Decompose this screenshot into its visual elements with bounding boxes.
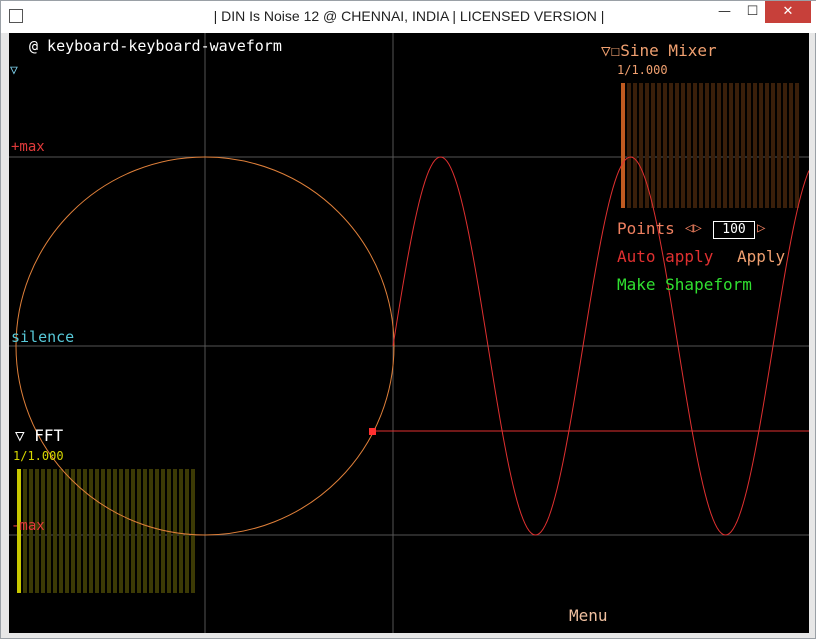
- harmonic-bar[interactable]: [735, 83, 739, 208]
- label-silence: silence: [11, 328, 75, 346]
- label-max-minus: -max: [11, 518, 45, 534]
- harmonic-bar[interactable]: [759, 83, 763, 208]
- harmonic-bar[interactable]: [53, 469, 57, 593]
- harmonic-bar[interactable]: [173, 469, 177, 593]
- sine-mixer-ratio: 1/1.000: [617, 63, 668, 77]
- harmonic-bar[interactable]: [681, 83, 685, 208]
- points-field[interactable]: 100: [713, 221, 755, 239]
- harmonic-bar[interactable]: [95, 469, 99, 593]
- harmonic-bar[interactable]: [185, 469, 189, 593]
- harmonic-bar[interactable]: [651, 83, 655, 208]
- harmonic-bar[interactable]: [663, 83, 667, 208]
- harmonic-bar[interactable]: [633, 83, 637, 208]
- harmonic-bar[interactable]: [777, 83, 781, 208]
- auto-apply-toggle[interactable]: Auto apply: [617, 247, 713, 266]
- top-label: @ keyboard-keyboard-waveform: [29, 37, 282, 55]
- harmonic-bar[interactable]: [89, 469, 93, 593]
- points-label: Points: [617, 219, 675, 238]
- harmonic-bar[interactable]: [143, 469, 147, 593]
- waveform-svg[interactable]: [9, 33, 809, 633]
- harmonic-bar[interactable]: [47, 469, 51, 593]
- harmonic-bar[interactable]: [699, 83, 703, 208]
- harmonic-bar[interactable]: [155, 469, 159, 593]
- harmonic-bar[interactable]: [65, 469, 69, 593]
- harmonic-bar[interactable]: [131, 469, 135, 593]
- title-bar[interactable]: | DIN Is Noise 12 @ CHENNAI, INDIA | LIC…: [1, 1, 816, 33]
- harmonic-bar[interactable]: [101, 469, 105, 593]
- harmonic-bar[interactable]: [771, 83, 775, 208]
- harmonic-bar[interactable]: [795, 83, 799, 208]
- harmonic-bar[interactable]: [107, 469, 111, 593]
- triangle-down-icon[interactable]: ▽: [10, 63, 18, 78]
- harmonic-bar[interactable]: [125, 469, 129, 593]
- harmonic-bar[interactable]: [191, 469, 195, 593]
- harmonic-bar[interactable]: [723, 83, 727, 208]
- harmonic-bar[interactable]: [59, 469, 63, 593]
- harmonic-bar[interactable]: [71, 469, 75, 593]
- points-increase-icon[interactable]: ▷: [757, 220, 765, 236]
- harmonic-bar[interactable]: [693, 83, 697, 208]
- apply-button[interactable]: Apply: [737, 247, 785, 266]
- harmonic-bar[interactable]: [705, 83, 709, 208]
- harmonic-bar[interactable]: [657, 83, 661, 208]
- harmonic-bar[interactable]: [627, 83, 631, 208]
- harmonic-bar[interactable]: [149, 469, 153, 593]
- harmonic-bar[interactable]: [179, 469, 183, 593]
- harmonic-bar[interactable]: [747, 83, 751, 208]
- make-shapeform-button[interactable]: Make Shapeform: [617, 275, 752, 294]
- harmonic-bar[interactable]: [741, 83, 745, 208]
- sine-mixer-harmonics[interactable]: [621, 83, 799, 208]
- harmonic-bar[interactable]: [729, 83, 733, 208]
- harmonic-bar[interactable]: [789, 83, 793, 208]
- position-marker[interactable]: [369, 428, 376, 435]
- harmonic-bar[interactable]: [669, 83, 673, 208]
- points-arrows-icon[interactable]: ◁▷: [685, 220, 702, 236]
- harmonic-bar[interactable]: [687, 83, 691, 208]
- harmonic-bar[interactable]: [711, 83, 715, 208]
- waveform-canvas[interactable]: @ keyboard-keyboard-waveform ▽ +max sile…: [9, 33, 809, 633]
- harmonic-bar[interactable]: [639, 83, 643, 208]
- window-title: | DIN Is Noise 12 @ CHENNAI, INDIA | LIC…: [213, 8, 605, 24]
- menu-button[interactable]: Menu: [569, 606, 608, 625]
- harmonic-bar[interactable]: [113, 469, 117, 593]
- harmonic-bar[interactable]: [765, 83, 769, 208]
- harmonic-bar[interactable]: [675, 83, 679, 208]
- harmonic-bar-active[interactable]: [621, 83, 625, 208]
- harmonic-bar[interactable]: [783, 83, 787, 208]
- sine-mixer-toggle[interactable]: ▽☐Sine Mixer: [601, 41, 717, 60]
- close-icon[interactable]: ✕: [765, 1, 811, 23]
- minimize-icon[interactable]: —: [711, 1, 738, 23]
- fft-ratio: 1/1.000: [13, 449, 64, 463]
- fft-toggle[interactable]: ▽ FFT: [15, 426, 63, 445]
- harmonic-bar[interactable]: [137, 469, 141, 593]
- harmonic-bar[interactable]: [83, 469, 87, 593]
- app-window: | DIN Is Noise 12 @ CHENNAI, INDIA | LIC…: [0, 0, 816, 639]
- harmonic-bar[interactable]: [717, 83, 721, 208]
- harmonic-bar[interactable]: [753, 83, 757, 208]
- label-max-plus: +max: [11, 139, 45, 155]
- harmonic-bar[interactable]: [119, 469, 123, 593]
- maximize-icon[interactable]: ☐: [739, 1, 766, 23]
